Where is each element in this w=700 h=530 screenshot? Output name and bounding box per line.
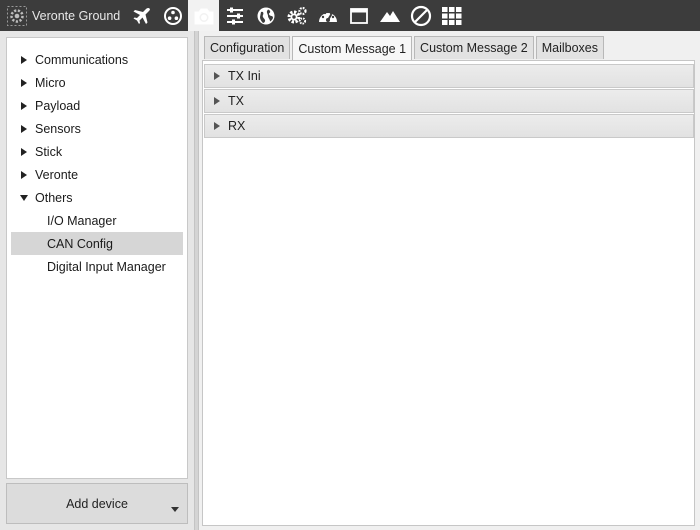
tree-item-label: Sensors bbox=[35, 121, 81, 136]
tree-child-label: CAN Config bbox=[47, 236, 113, 251]
window-icon[interactable] bbox=[343, 0, 374, 31]
tree-item-label: Communications bbox=[35, 52, 129, 67]
tab-label: Custom Message 1 bbox=[298, 41, 407, 56]
tab-content: TX Ini TX RX bbox=[202, 60, 695, 526]
expand-arrow-icon[interactable] bbox=[17, 101, 31, 111]
expand-arrow-icon[interactable] bbox=[17, 124, 31, 134]
dropdown-caret-icon[interactable] bbox=[171, 501, 179, 515]
gears-icon[interactable] bbox=[281, 0, 312, 31]
add-device-label: Add device bbox=[66, 496, 128, 511]
section-label: TX Ini bbox=[228, 69, 261, 83]
globe-icon[interactable] bbox=[250, 0, 281, 31]
tab-configuration[interactable]: Configuration bbox=[204, 36, 291, 59]
gauge-icon[interactable] bbox=[312, 0, 343, 31]
tree-child-label: I/O Manager bbox=[47, 213, 117, 228]
tab-label: Mailboxes bbox=[541, 41, 599, 55]
tree-item-label: Others bbox=[35, 190, 73, 205]
sliders-icon[interactable] bbox=[219, 0, 250, 31]
tree-item-others[interactable]: Others bbox=[11, 186, 183, 209]
collapse-arrow-icon[interactable] bbox=[17, 194, 31, 202]
expand-arrow-icon[interactable] bbox=[17, 78, 31, 88]
tree-item-communications[interactable]: Communications bbox=[11, 48, 183, 71]
expand-arrow-icon[interactable] bbox=[214, 122, 220, 130]
section-label: RX bbox=[228, 119, 246, 133]
expand-arrow-icon[interactable] bbox=[17, 147, 31, 157]
app-title: Veronte Ground bbox=[32, 8, 121, 23]
forbidden-icon[interactable] bbox=[405, 0, 436, 31]
tree-child-digital-input-manager[interactable]: Digital Input Manager bbox=[11, 255, 183, 278]
mountains-icon[interactable] bbox=[374, 0, 405, 31]
section-rx[interactable]: RX bbox=[204, 114, 694, 138]
tab-custom-message-1[interactable]: Custom Message 1 bbox=[292, 36, 413, 60]
tree-child-can-config[interactable]: CAN Config bbox=[11, 232, 183, 255]
grid-icon[interactable] bbox=[436, 0, 467, 31]
tree-child-label: Digital Input Manager bbox=[47, 259, 166, 274]
tree-item-sensors[interactable]: Sensors bbox=[11, 117, 183, 140]
tab-label: Configuration bbox=[210, 41, 285, 55]
settings-gear-icon bbox=[6, 5, 28, 27]
expand-arrow-icon[interactable] bbox=[214, 72, 220, 80]
tree-item-label: Micro bbox=[35, 75, 66, 90]
top-toolbar: Veronte Ground bbox=[0, 0, 700, 31]
tree-item-payload[interactable]: Payload bbox=[11, 94, 183, 117]
tree-item-micro[interactable]: Micro bbox=[11, 71, 183, 94]
section-label: TX bbox=[228, 94, 244, 108]
tree-item-veronte[interactable]: Veronte bbox=[11, 163, 183, 186]
expand-arrow-icon[interactable] bbox=[214, 97, 220, 105]
device-tree: Communications Micro Payload Sensors Sti… bbox=[6, 37, 188, 479]
tree-item-label: Payload bbox=[35, 98, 81, 113]
airplane-icon[interactable] bbox=[126, 0, 157, 31]
expand-arrow-icon[interactable] bbox=[17, 170, 31, 180]
camera-icon[interactable] bbox=[188, 0, 220, 31]
tab-bar: Configuration Custom Message 1 Custom Me… bbox=[204, 36, 606, 60]
tree-item-stick[interactable]: Stick bbox=[11, 140, 183, 163]
tree-item-label: Veronte bbox=[35, 167, 79, 182]
left-sidebar: Communications Micro Payload Sensors Sti… bbox=[0, 31, 194, 530]
expand-arrow-icon[interactable] bbox=[17, 55, 31, 65]
app-menu-button[interactable]: Veronte Ground bbox=[0, 0, 126, 31]
tab-label: Custom Message 2 bbox=[420, 41, 528, 55]
section-tx-ini[interactable]: TX Ini bbox=[204, 64, 694, 88]
tab-custom-message-2[interactable]: Custom Message 2 bbox=[414, 36, 534, 59]
main-panel: Configuration Custom Message 1 Custom Me… bbox=[199, 31, 700, 530]
section-tx[interactable]: TX bbox=[204, 89, 694, 113]
connections-icon[interactable] bbox=[157, 0, 188, 31]
add-device-button[interactable]: Add device bbox=[6, 483, 188, 524]
tab-mailboxes[interactable]: Mailboxes bbox=[535, 36, 605, 59]
tree-item-label: Stick bbox=[35, 144, 63, 159]
tree-child-io-manager[interactable]: I/O Manager bbox=[11, 209, 183, 232]
